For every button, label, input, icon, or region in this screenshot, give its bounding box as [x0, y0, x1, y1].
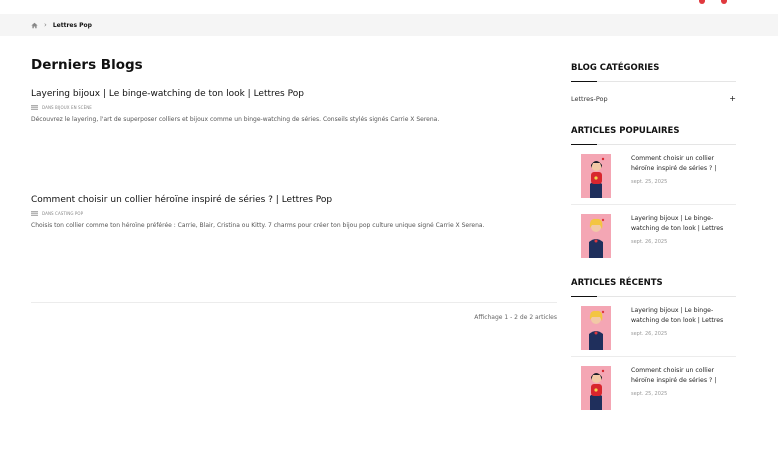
article-date: sept. 25, 2025 [631, 179, 668, 185]
heading-rule [571, 296, 736, 297]
home-icon[interactable] [31, 22, 38, 29]
post-title-link[interactable]: Comment choisir un collier héroïne inspi… [31, 195, 557, 205]
article-title-link[interactable]: Comment choisir un collier héroïne inspi… [631, 366, 731, 385]
plus-icon[interactable]: + [729, 95, 736, 103]
article-thumbnail[interactable] [581, 214, 611, 258]
recent-articles-block: ARTICLES RÉCENTS Layering bijoux | Le bi… [571, 278, 736, 416]
popular-heading: ARTICLES POPULAIRES [571, 126, 680, 136]
article-item[interactable]: Layering bijoux | Le binge-watching de t… [571, 204, 736, 264]
category-item[interactable]: Lettres-Pop + [571, 92, 736, 106]
article-item[interactable]: Layering bijoux | Le binge-watching de t… [571, 297, 736, 356]
heading-rule [571, 144, 736, 145]
heading-rule [571, 81, 736, 82]
article-thumbnail[interactable] [581, 154, 611, 198]
wishlist-badge-icon[interactable] [721, 0, 727, 4]
article-title-link[interactable]: Layering bijoux | Le binge-watching de t… [631, 306, 731, 325]
categories-heading: BLOG CATÉGORIES [571, 63, 660, 73]
categories-block: BLOG CATÉGORIES Lettres-Pop + [571, 63, 736, 106]
post-category-link[interactable]: DANS BIJOUX EN SCÈNE [42, 105, 92, 110]
cart-badge-icon[interactable] [699, 0, 705, 4]
article-date: sept. 26, 2025 [631, 239, 668, 245]
popular-articles-block: ARTICLES POPULAIRES Comment choisir un c… [571, 126, 736, 264]
blog-list: Derniers Blogs Layering bijoux | Le bing… [31, 52, 557, 321]
post-excerpt: Découvrez le layering, l'art de superpos… [31, 116, 440, 123]
post-category-link[interactable]: DANS CASTING POP [42, 211, 83, 216]
pagination-info: Affichage 1 - 2 de 2 articles [474, 314, 557, 321]
article-title-link[interactable]: Comment choisir un collier héroïne inspi… [631, 154, 731, 173]
article-thumbnail[interactable] [581, 306, 611, 350]
recent-heading: ARTICLES RÉCENTS [571, 278, 663, 288]
post-title-link[interactable]: Layering bijoux | Le binge-watching de t… [31, 89, 557, 99]
article-item[interactable]: Comment choisir un collier héroïne inspi… [571, 356, 736, 416]
divider [31, 302, 557, 303]
article-title-link[interactable]: Layering bijoux | Le binge-watching de t… [631, 214, 731, 233]
page-title: Derniers Blogs [31, 57, 143, 73]
post-meta: DANS BIJOUX EN SCÈNE [31, 105, 557, 110]
post-meta: DANS CASTING POP [31, 211, 557, 216]
category-link[interactable]: Lettres-Pop [571, 95, 608, 103]
article-date: sept. 26, 2025 [631, 331, 668, 337]
blog-post: Comment choisir un collier héroïne inspi… [31, 195, 557, 229]
folder-icon [31, 211, 38, 216]
article-thumbnail[interactable] [581, 366, 611, 410]
article-item[interactable]: Comment choisir un collier héroïne inspi… [571, 145, 736, 204]
chevron-right-icon: › [44, 21, 47, 29]
post-excerpt: Choisis ton collier comme ton héroïne pr… [31, 222, 485, 229]
article-date: sept. 25, 2025 [631, 391, 668, 397]
top-bar [0, 0, 778, 14]
breadcrumb: › Lettres Pop [0, 14, 778, 36]
folder-icon [31, 105, 38, 110]
breadcrumb-current: Lettres Pop [52, 21, 92, 29]
blog-post: Layering bijoux | Le binge-watching de t… [31, 89, 557, 123]
sidebar: BLOG CATÉGORIES Lettres-Pop + ARTICLES P… [571, 52, 736, 416]
